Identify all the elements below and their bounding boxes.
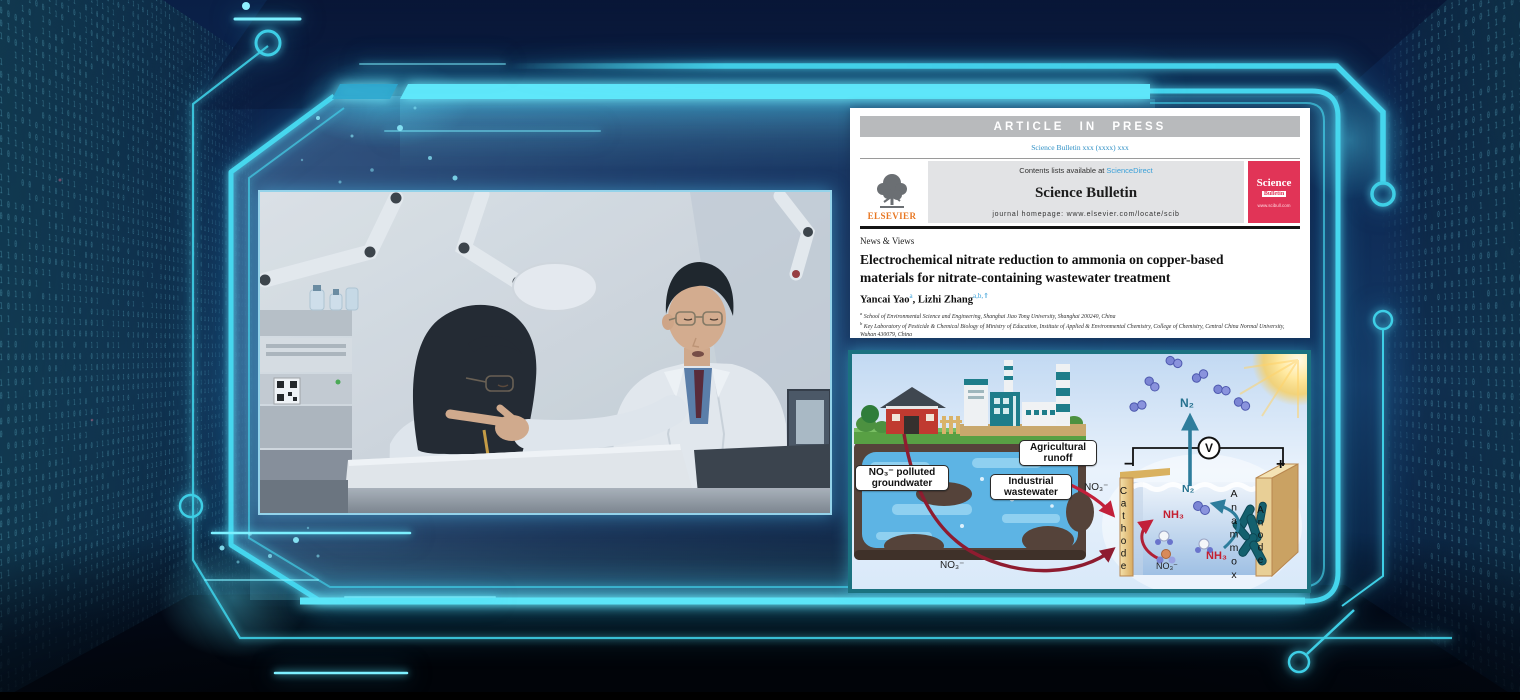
cathode-minus-sign: − <box>1124 456 1133 474</box>
journal-header: ELSEVIER Contents lists available at Sci… <box>860 161 1300 223</box>
journal-title: Science Bulletin <box>1035 185 1137 202</box>
cathode-label: Cathode <box>1118 485 1129 575</box>
circuit-node-icon <box>1374 311 1392 329</box>
lab-photo-illustration <box>260 192 830 513</box>
author-2: , Lizhi Zhang <box>913 295 973 306</box>
authors-line: Yancai Yaoa, Lizhi Zhanga,b,⇑ <box>860 292 1300 306</box>
affiliation-1: a School of Environmental Science and En… <box>860 311 1300 321</box>
article-title-line1: Electrochemical nitrate reduction to amm… <box>860 251 1300 269</box>
affiliation-2: b Key Laboratory of Pesticide & Chemical… <box>860 321 1300 338</box>
anammox-label: Anammox <box>1228 488 1240 572</box>
science-bulletin-logo: Science Bulletin www.scibull.com <box>1248 161 1300 223</box>
contents-line: Contents lists available at ScienceDirec… <box>1019 166 1152 175</box>
nh3-label: NH₃ <box>1163 509 1184 521</box>
industrial-wastewater-label: Industrialwastewater <box>990 474 1072 500</box>
groundwater-label: NO₃⁻ pollutedgroundwater <box>855 465 949 491</box>
agricultural-runoff-label: Agriculturalrunoff <box>1019 440 1097 466</box>
no3-arrow-label: NO₃⁻ <box>940 560 964 571</box>
promo-video-frame: 10011001 01010101001 1011010111 11000011… <box>0 0 1520 700</box>
citation-line: Science Bulletin xxx (xxxx) xxx <box>850 143 1310 152</box>
affiliations: a School of Environmental Science and En… <box>860 311 1300 338</box>
elsevier-tree-icon <box>872 171 912 211</box>
circuit-node-icon <box>1372 183 1394 205</box>
divider <box>860 158 1300 159</box>
article-title-line2: materials for nitrate-containing wastewa… <box>860 269 1300 287</box>
diagram-labels: NO₃⁻ pollutedgroundwater Agriculturalrun… <box>852 354 1307 589</box>
logo-word-bulletin: Bulletin <box>1262 191 1286 197</box>
logo-word-science: Science <box>1257 177 1292 189</box>
elsevier-logo: ELSEVIER <box>860 161 924 223</box>
anode-plus-sign: + <box>1276 456 1285 474</box>
n2-label: N₂ <box>1180 396 1194 410</box>
thick-rule <box>860 226 1300 229</box>
homepage-line: journal homepage: www.elsevier.com/locat… <box>992 211 1179 218</box>
graphical-abstract: NO₃⁻ pollutedgroundwater Agriculturalrun… <box>848 350 1311 593</box>
article-title: Electrochemical nitrate reduction to amm… <box>860 251 1300 286</box>
circuit-node-icon <box>256 31 280 55</box>
voltmeter-label: V <box>1200 441 1218 455</box>
letterbox-bar <box>0 692 1520 700</box>
article-in-press-banner: ARTICLE IN PRESS <box>860 116 1300 137</box>
author-1: Yancai Yao <box>860 295 910 306</box>
circuit-node-icon <box>180 495 202 517</box>
article-first-page: ARTICLE IN PRESS Science Bulletin xxx (x… <box>850 108 1310 338</box>
no3-cell-label: NO₃⁻ <box>1156 561 1178 572</box>
author-2-affmark: a,b,⇑ <box>973 292 989 300</box>
elsevier-wordmark: ELSEVIER <box>868 211 917 221</box>
n2-cell-label: N₂ <box>1182 483 1194 495</box>
no3-arrow-label: NO₃⁻ <box>1084 482 1108 493</box>
lab-photo <box>258 190 832 515</box>
nh3-label: NH₃ <box>1206 550 1227 562</box>
logo-url: www.scibull.com <box>1257 203 1290 208</box>
contents-prefix: Contents lists available at <box>1019 166 1106 175</box>
section-label: News & Views <box>860 236 1300 246</box>
anode-label: Anode <box>1255 496 1266 576</box>
journal-masthead: Contents lists available at ScienceDirec… <box>928 161 1244 223</box>
sciencedirect-link: ScienceDirect <box>1106 166 1152 175</box>
circuit-node-icon <box>1289 652 1309 672</box>
